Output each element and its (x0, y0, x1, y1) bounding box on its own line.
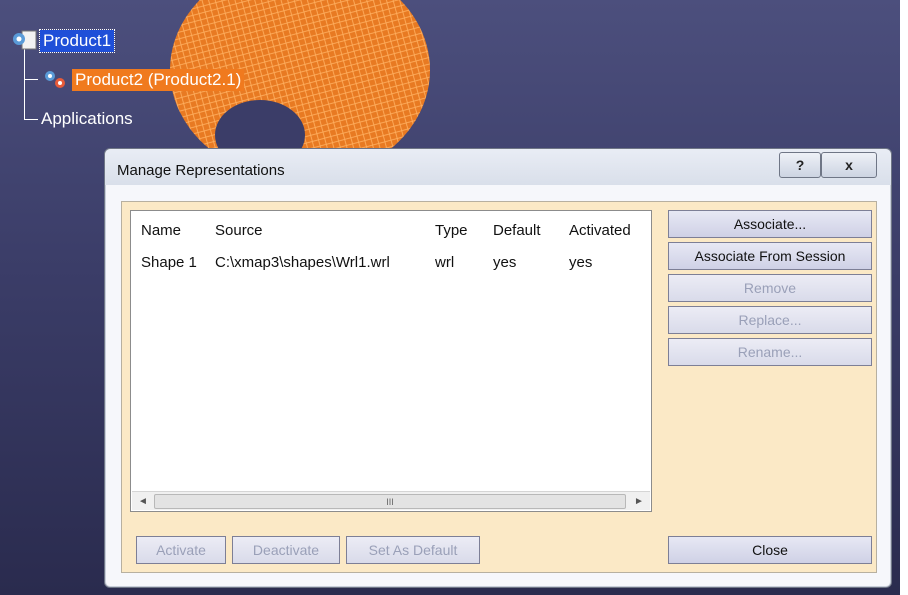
column-header-source[interactable]: Source (205, 219, 425, 243)
activate-button[interactable]: Activate (136, 536, 226, 564)
replace-button[interactable]: Replace... (668, 306, 872, 334)
cell-type: wrl (435, 254, 455, 271)
dialog-title: Manage Representations (117, 162, 285, 179)
cell-source: C:\xmap3\shapes\Wrl1.wrl (215, 254, 390, 271)
product-icon (10, 28, 40, 54)
horizontal-scrollbar[interactable]: ◄ III ► (132, 491, 650, 510)
cell-name: Shape 1 (141, 254, 197, 271)
tree-node-applications[interactable]: Applications (38, 108, 136, 130)
representations-list[interactable]: Name Source Type Default Activated Shape… (130, 210, 652, 512)
tree-connector (24, 119, 38, 120)
remove-button[interactable]: Remove (668, 274, 872, 302)
tree-connector (24, 44, 25, 119)
associate-from-session-button[interactable]: Associate From Session (668, 242, 872, 270)
product-instance-icon (42, 67, 72, 93)
help-button[interactable]: ? (779, 152, 821, 178)
rename-button[interactable]: Rename... (668, 338, 872, 366)
table-row[interactable]: Shape 1 C:\xmap3\shapes\Wrl1.wrl wrl yes… (131, 251, 659, 275)
column-header-default[interactable]: Default (483, 219, 559, 243)
tree-node-product2[interactable]: Product2 (Product2.1) (42, 67, 245, 93)
tree-label[interactable]: Applications (38, 108, 136, 130)
column-header-activated[interactable]: Activated (559, 219, 659, 243)
column-header-type[interactable]: Type (425, 219, 483, 243)
column-header-name[interactable]: Name (131, 219, 205, 243)
tree-node-product1[interactable]: Product1 (10, 28, 116, 54)
associate-button[interactable]: Associate... (668, 210, 872, 238)
cell-default: yes (493, 254, 517, 271)
manage-representations-dialog: Manage Representations ? x Name Source T… (104, 148, 892, 588)
tree-connector (24, 79, 38, 80)
set-as-default-button[interactable]: Set As Default (346, 536, 480, 564)
list-header: Name Source Type Default Activated (131, 219, 659, 243)
tree-label[interactable]: Product2 (Product2.1) (72, 69, 245, 91)
cell-activated: yes (569, 254, 593, 271)
dialog-titlebar[interactable]: Manage Representations ? x (105, 149, 891, 185)
scroll-right-icon[interactable]: ► (630, 492, 648, 510)
scroll-left-icon[interactable]: ◄ (134, 492, 152, 510)
dialog-body: Name Source Type Default Activated Shape… (121, 201, 877, 573)
deactivate-button[interactable]: Deactivate (232, 536, 340, 564)
scroll-thumb[interactable]: III (154, 494, 626, 509)
close-window-button[interactable]: x (821, 152, 877, 178)
close-button[interactable]: Close (668, 536, 872, 564)
tree-label[interactable]: Product1 (38, 29, 116, 53)
